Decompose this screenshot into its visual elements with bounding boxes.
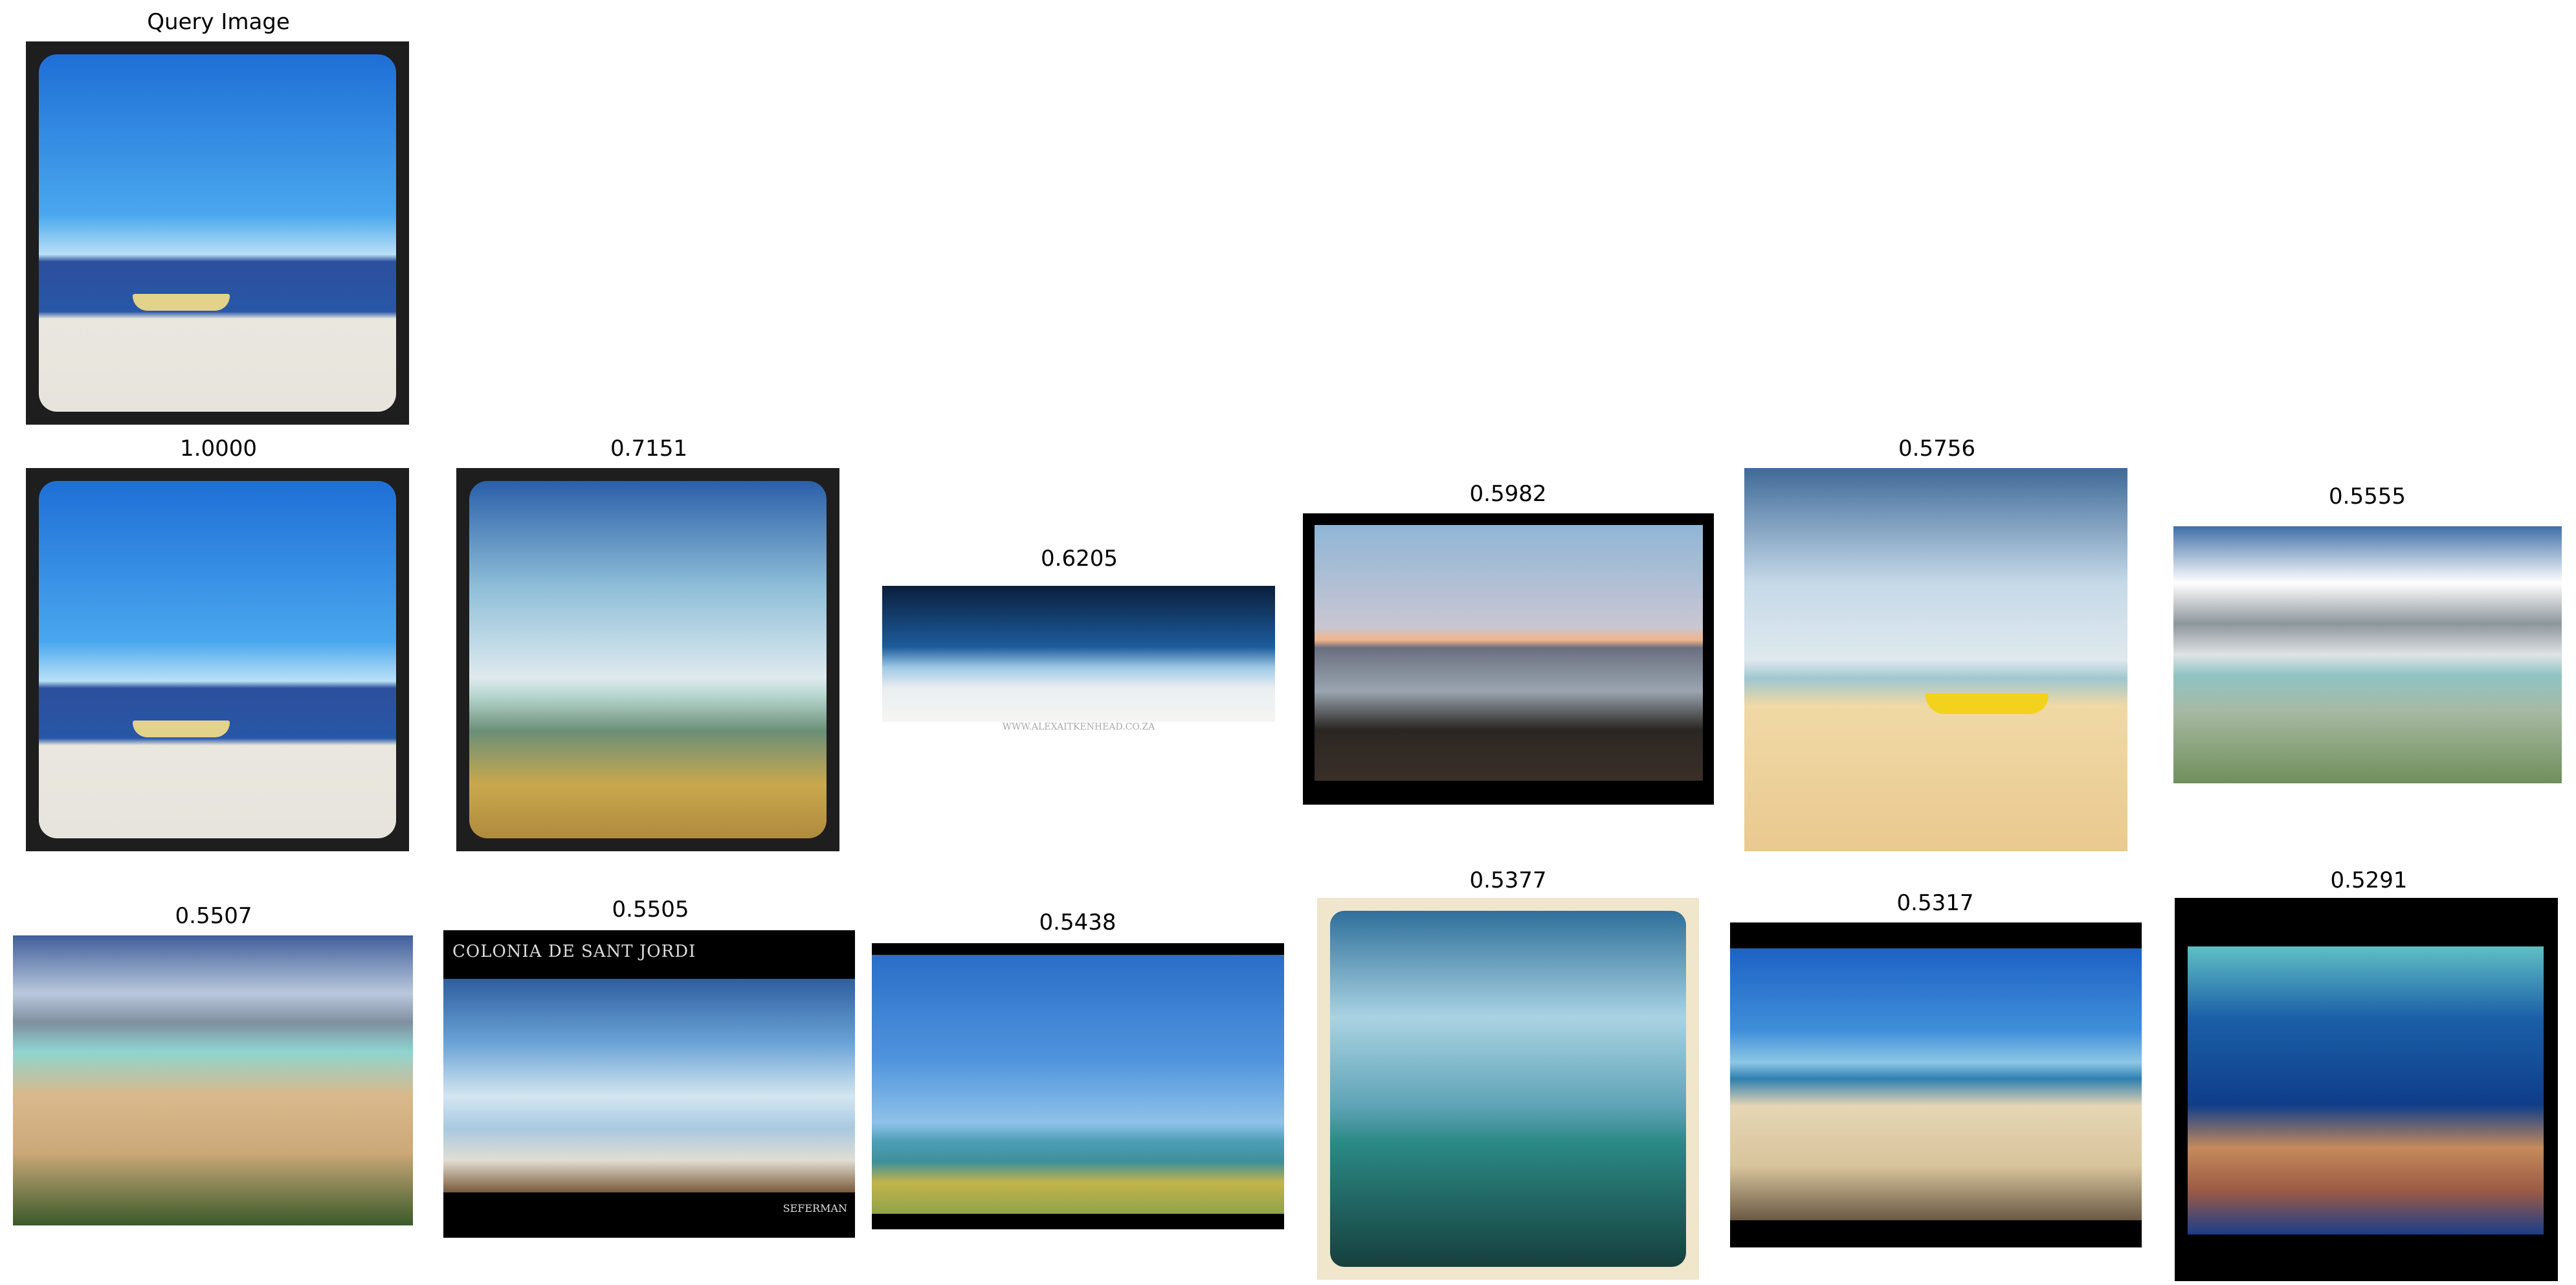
similarity-score: 0.5317 — [1896, 890, 1974, 916]
result-cell-11: 0.5317 — [1728, 890, 2142, 1285]
result-image-6[interactable] — [2173, 526, 2562, 783]
result-cell-6: 0.5555 — [2171, 430, 2563, 858]
similarity-score: 0.7151 — [610, 436, 687, 462]
overlay-title: COLONIA DE SANT JORDI — [452, 942, 696, 961]
result-cell-5: 0.5756 — [1744, 430, 2129, 858]
similarity-score: 0.5756 — [1898, 436, 1975, 462]
similarity-score: 0.5438 — [1039, 910, 1116, 935]
result-cell-9: 0.5438 — [871, 910, 1285, 1285]
result-cell-12: 0.5291 — [2171, 867, 2566, 1285]
similarity-score: 0.5505 — [612, 897, 689, 922]
similarity-score: 1.0000 — [180, 436, 257, 462]
result-cell-8: 0.5505 COLONIA DE SANT JORDI SEFERMAN — [440, 897, 861, 1285]
similarity-score: 0.5555 — [2329, 484, 2406, 509]
similarity-score: 0.5291 — [2330, 867, 2408, 893]
result-image-10[interactable] — [1317, 898, 1699, 1280]
watermark-text: WWW.ALEXAITKENHEAD.CO.ZA — [1002, 722, 1155, 732]
query-cell: Query Image — [26, 0, 411, 427]
result-image-5[interactable] — [1744, 468, 2127, 851]
boat-shape — [1926, 693, 2049, 714]
result-image-12[interactable] — [2175, 898, 2558, 1281]
result-cell-1: 1.0000 — [26, 430, 411, 858]
result-image-8[interactable]: COLONIA DE SANT JORDI SEFERMAN — [443, 930, 855, 1238]
result-image-3[interactable]: WWW.ALEXAITKENHEAD.CO.ZA — [882, 586, 1275, 733]
similarity-score: 0.6205 — [1041, 546, 1118, 572]
result-cell-10: 0.5377 — [1314, 867, 1702, 1285]
query-title: Query Image — [147, 9, 290, 35]
similarity-score: 0.5377 — [1469, 867, 1547, 893]
similarity-score: 0.5507 — [175, 903, 252, 929]
overlay-signature: SEFERMAN — [783, 1202, 847, 1214]
result-cell-2: 0.7151 — [456, 430, 841, 858]
result-image-11[interactable] — [1730, 922, 2142, 1247]
result-image-4[interactable] — [1303, 513, 1714, 805]
query-image[interactable] — [26, 41, 409, 425]
result-cell-4: 0.5982 — [1301, 430, 1715, 858]
result-cell-7: 0.5507 — [6, 903, 421, 1285]
result-cell-3: 0.6205 WWW.ALEXAITKENHEAD.CO.ZA — [880, 430, 1278, 858]
result-image-7[interactable] — [13, 935, 413, 1225]
similarity-score: 0.5982 — [1469, 481, 1547, 507]
result-image-1[interactable] — [26, 468, 409, 851]
result-image-9[interactable] — [872, 943, 1284, 1229]
boat-shape — [133, 294, 230, 311]
result-image-2[interactable] — [456, 468, 839, 851]
